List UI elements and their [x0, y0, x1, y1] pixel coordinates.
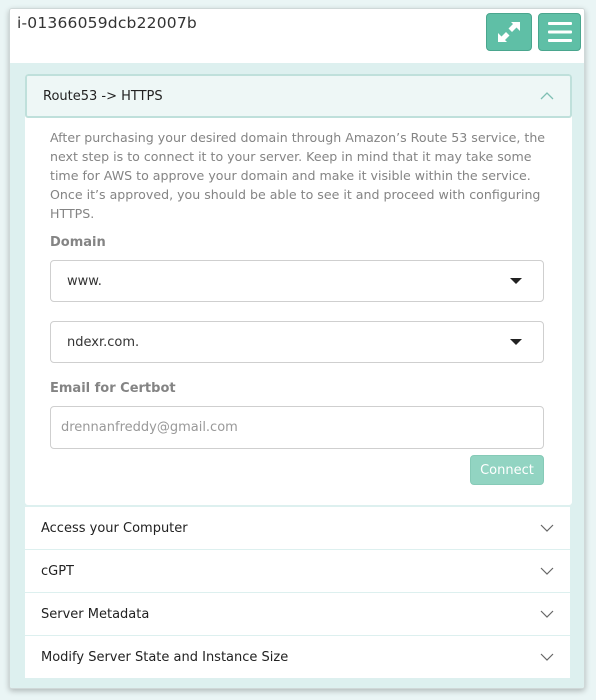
- accordion-item-modify-server[interactable]: Modify Server State and Instance Size: [25, 636, 570, 678]
- accordion: Route53 -> HTTPS After purchasing your d…: [10, 63, 584, 688]
- domain-select[interactable]: ndexr.com.: [50, 321, 544, 363]
- chevron-down-icon: [540, 653, 554, 661]
- domain-label: Domain: [50, 235, 106, 250]
- section-title: Server Metadata: [41, 606, 150, 622]
- accordion-body-route53: After purchasing your desired domain thr…: [25, 118, 572, 505]
- accordion-header-route53[interactable]: Route53 -> HTTPS: [25, 74, 572, 118]
- domain-value: ndexr.com.: [67, 334, 140, 350]
- accordion-item-server-metadata[interactable]: Server Metadata: [25, 593, 570, 635]
- accordion-section-route53: Route53 -> HTTPS After purchasing your d…: [25, 74, 572, 505]
- instance-card: i-01366059dcb22007b Route53 -> HTTPS Aft…: [9, 8, 585, 689]
- subdomain-value: www.: [67, 273, 102, 289]
- email-field[interactable]: [50, 406, 544, 449]
- section-title: Access your Computer: [41, 520, 188, 536]
- chevron-up-icon: [540, 92, 554, 100]
- expand-button[interactable]: [486, 13, 532, 51]
- chevron-down-icon: [540, 610, 554, 618]
- connect-button[interactable]: Connect: [470, 455, 544, 485]
- section-title: Modify Server State and Instance Size: [41, 649, 289, 665]
- section-title: cGPT: [41, 563, 75, 579]
- accordion-item-cgpt[interactable]: cGPT: [25, 550, 570, 592]
- chevron-down-icon: [540, 567, 554, 575]
- dropdown-caret-icon: [510, 339, 522, 345]
- accordion-item-access-computer[interactable]: Access your Computer: [25, 507, 570, 549]
- dropdown-caret-icon: [510, 278, 522, 284]
- section-description: After purchasing your desired domain thr…: [50, 130, 546, 221]
- section-title: Route53 -> HTTPS: [43, 88, 163, 104]
- subdomain-select[interactable]: www.: [50, 260, 544, 302]
- email-label: Email for Certbot: [50, 381, 176, 396]
- instance-id: i-01366059dcb22007b: [17, 14, 197, 32]
- hamburger-menu-icon: [547, 22, 572, 42]
- card-header: i-01366059dcb22007b: [10, 9, 584, 63]
- menu-button[interactable]: [538, 13, 581, 51]
- expand-icon: [498, 22, 520, 42]
- chevron-down-icon: [540, 524, 554, 532]
